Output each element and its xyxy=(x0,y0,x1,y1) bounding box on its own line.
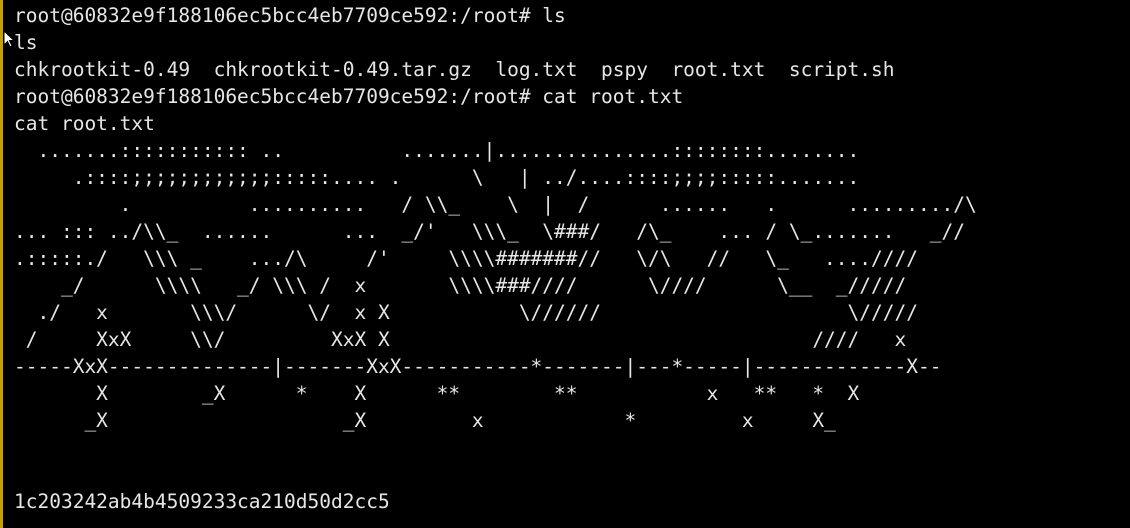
ascii-art-line-9: -----XxX--------------|-------XxX-------… xyxy=(14,355,942,378)
ascii-art-line-7: ./ x \\\/ \/ x X \////// \///// xyxy=(14,301,918,324)
ascii-art-line-11: _X _X x * x X_ xyxy=(14,409,836,432)
echo-line-cat: cat root.txt xyxy=(14,112,155,135)
root-flag-hash: 1c203242ab4b4509233ca210d50d2cc5 xyxy=(14,490,390,513)
prompt-line-ls: root@60832e9f188106ec5bcc4eb7709ce592:/r… xyxy=(14,4,566,27)
terminal-window[interactable]: root@60832e9f188106ec5bcc4eb7709ce592:/r… xyxy=(0,0,1130,528)
ascii-art-line-10: X _X * X ** ** x ** * X xyxy=(14,382,860,405)
ascii-art-line-8: / XxX \\/ XxX X //// x xyxy=(14,328,907,351)
echo-line-ls: ls xyxy=(14,31,38,54)
ls-output-line: chkrootkit-0.49 chkrootkit-0.49.tar.gz l… xyxy=(14,58,895,81)
ascii-art-line-3: . .......... / \\_ \ | / ...... . ......… xyxy=(14,193,977,216)
ascii-art-line-5: .:::::./ \\\ _ .../\ /' \\\\#######// \/… xyxy=(14,247,918,270)
ascii-art-line-6: _/ \\\\ _/ \\\ / x \\\\###//// \//// \__… xyxy=(14,274,907,297)
ascii-art-line-2: .::::;;;;;;;;;;;;:::::.... . \ | ../....… xyxy=(14,166,860,189)
prompt-line-cat: root@60832e9f188106ec5bcc4eb7709ce592:/r… xyxy=(14,85,684,108)
ascii-art-line-1: .......::::::::::: .. .......|..........… xyxy=(14,139,860,162)
ascii-art-line-4: ... ::: ../\\_ ...... ... _/' \\\_ \###/… xyxy=(14,220,965,243)
